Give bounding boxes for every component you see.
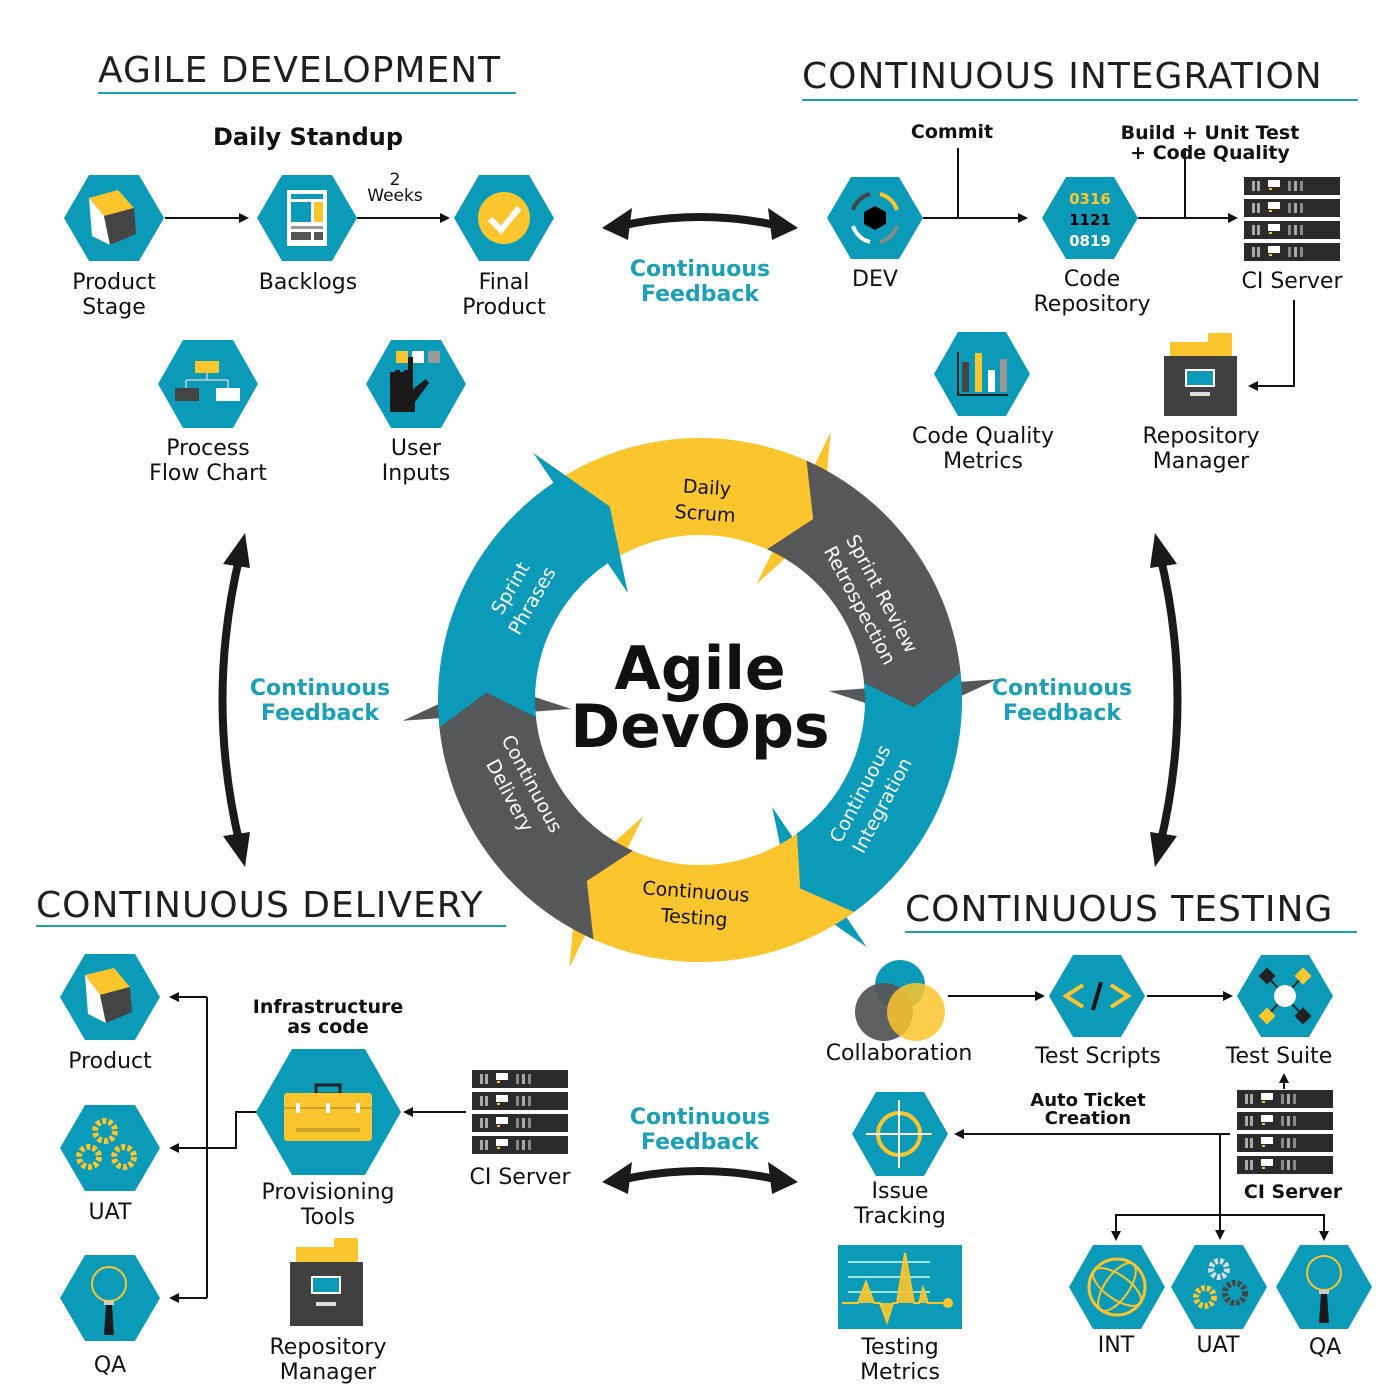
code-repository-label: Code Repository bbox=[1033, 267, 1151, 317]
feedback-arrow-top bbox=[602, 208, 798, 240]
ci-server-icon bbox=[472, 1070, 568, 1154]
auto-ticket-creation-label: Auto Ticket Creation bbox=[1030, 1090, 1146, 1129]
dev-label: DEV bbox=[852, 267, 898, 292]
uat-label: UAT bbox=[88, 1200, 132, 1225]
build-test-quality-label: Build + Unit Test + Code Quality bbox=[1120, 122, 1300, 164]
center-title-line-2: DevOps bbox=[570, 692, 830, 762]
test-scripts-label: Test Scripts bbox=[1035, 1044, 1161, 1069]
code-quality-metrics-icon bbox=[934, 332, 1030, 416]
feedback-label-bottom: Continuous Feedback bbox=[629, 1105, 771, 1155]
uat-label: UAT bbox=[1196, 1333, 1240, 1358]
ci-server-label: CI Server bbox=[469, 1165, 571, 1190]
test-suite-label: Test Suite bbox=[1225, 1044, 1333, 1069]
collaboration-label: Collaboration bbox=[825, 1041, 973, 1066]
product-stage-label: Product Stage bbox=[72, 270, 156, 320]
backlogs-icon bbox=[257, 175, 357, 261]
daily-standup-label: Daily Standup bbox=[212, 123, 404, 151]
ci-server-label: CI Server bbox=[1241, 269, 1343, 294]
interval-label: 2 Weeks bbox=[367, 170, 423, 206]
dev-icon bbox=[827, 177, 923, 259]
user-inputs-label: User Inputs bbox=[381, 436, 451, 486]
code-line-2: 1121 bbox=[1069, 211, 1111, 229]
feedback-arrow-right bbox=[1150, 533, 1182, 867]
final-product-label: Final Product bbox=[462, 270, 546, 320]
center-title: Agile DevOps bbox=[560, 634, 840, 762]
repository-manager-label: Repository Manager bbox=[269, 1335, 387, 1385]
qa-label: QA bbox=[1308, 1335, 1342, 1360]
repository-manager-icon bbox=[1164, 333, 1237, 416]
uat-gears-icon bbox=[1171, 1245, 1267, 1329]
issue-tracking-label: Issue Tracking bbox=[854, 1179, 946, 1229]
int-globe-icon bbox=[1069, 1245, 1165, 1329]
repository-manager-icon bbox=[290, 1238, 363, 1326]
code-line-1: 0316 bbox=[1069, 190, 1111, 208]
cycle-label-continuous-testing: Continuous Testing bbox=[641, 877, 751, 932]
final-product-icon bbox=[454, 175, 554, 261]
center-title-line-1: Agile bbox=[614, 634, 786, 704]
qa-label: QA bbox=[93, 1353, 127, 1378]
test-scripts-icon bbox=[1049, 955, 1145, 1037]
code-quality-metrics-label: Code Quality Metrics bbox=[912, 424, 1054, 474]
uat-gears-icon bbox=[60, 1105, 160, 1191]
backlogs-label: Backlogs bbox=[258, 270, 358, 295]
ci-server-label: CI Server bbox=[1243, 1181, 1343, 1203]
cycle-label-daily-scrum: Daily Scrum bbox=[673, 475, 737, 528]
collaboration-venn-icon bbox=[855, 960, 945, 1041]
product-label: Product bbox=[68, 1049, 152, 1074]
repository-manager-label: Repository Manager bbox=[1142, 424, 1260, 474]
code-repository-icon: 0316 1121 0819 bbox=[1042, 177, 1138, 259]
qa-magnifier-icon bbox=[1276, 1245, 1372, 1329]
user-inputs-icon bbox=[366, 340, 466, 428]
ci-server-icon bbox=[1237, 1090, 1333, 1174]
commit-label: Commit bbox=[910, 121, 994, 143]
infrastructure-as-code-label: Infrastructure as code bbox=[252, 996, 404, 1038]
process-flow-chart-label: Process Flow Chart bbox=[149, 436, 267, 486]
provisioning-tools-label: Provisioning Tools bbox=[261, 1180, 395, 1230]
product-icon bbox=[60, 954, 160, 1040]
testing-metrics-label: Testing Metrics bbox=[860, 1335, 940, 1385]
testing-metrics-icon bbox=[838, 1245, 962, 1329]
code-line-3: 0819 bbox=[1069, 232, 1111, 250]
ci-server-icon bbox=[1244, 177, 1340, 261]
issue-tracking-icon bbox=[852, 1092, 948, 1176]
provisioning-tools-icon bbox=[256, 1049, 401, 1175]
feedback-label-top: Continuous Feedback bbox=[629, 257, 771, 307]
int-label: INT bbox=[1097, 1333, 1135, 1358]
product-stage-icon bbox=[64, 175, 164, 261]
feedback-label-right: Continuous Feedback bbox=[991, 676, 1133, 726]
process-flow-chart-icon bbox=[158, 340, 258, 428]
feedback-arrow-left bbox=[218, 533, 250, 867]
feedback-label-left: Continuous Feedback bbox=[249, 676, 391, 726]
feedback-arrow-bottom bbox=[602, 1162, 798, 1194]
test-suite-icon bbox=[1237, 955, 1333, 1037]
qa-magnifier-icon bbox=[60, 1255, 160, 1341]
